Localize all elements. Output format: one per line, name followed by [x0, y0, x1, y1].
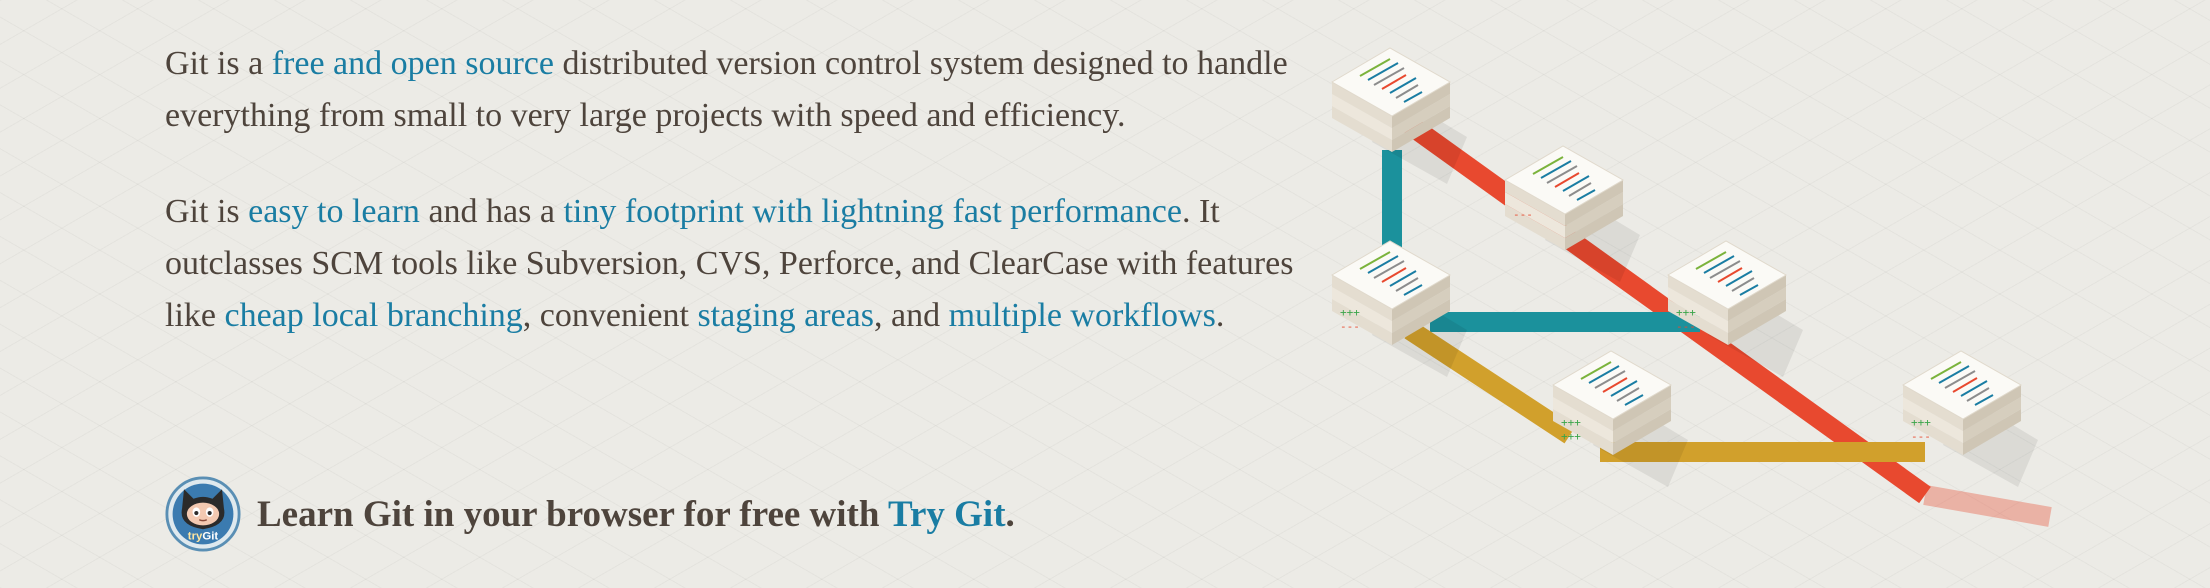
branching-diagram: +++ --- +++ --- +++ +++ +++ --- ---	[1331, 47, 2052, 527]
try-git-lead: Learn Git in your browser for free with	[257, 493, 889, 535]
try-git-callout: tryGit Learn Git in your browser for fre…	[165, 474, 1015, 554]
staging-areas-link[interactable]: staging areas	[697, 297, 874, 334]
try-git-end: .	[1005, 493, 1015, 535]
free-open-source-link[interactable]: free and open source	[272, 45, 554, 82]
intro-text: Git is a	[165, 45, 272, 82]
svg-text:+++: +++	[1561, 430, 1581, 443]
easy-to-learn-link[interactable]: easy to learn	[248, 193, 420, 230]
svg-text:---: ---	[1676, 320, 1696, 333]
badge-label: tryGit	[188, 531, 219, 543]
intro-text: .	[1215, 297, 1225, 334]
svg-text:---: ---	[1911, 430, 1931, 443]
intro-paragraph-2: Git is easy to learn and has a tiny foot…	[165, 186, 1295, 342]
multiple-workflows-link[interactable]: multiple workflows	[949, 297, 1216, 334]
svg-text:+++: +++	[1561, 416, 1581, 429]
intro-text: , and	[874, 297, 949, 334]
try-git-link[interactable]: Try Git	[888, 494, 1006, 535]
svg-text:---: ---	[1340, 320, 1360, 333]
svg-text:+++: +++	[1676, 306, 1696, 319]
intro-content: Git is a free and open source distribute…	[165, 38, 1295, 386]
cheap-local-branching-link[interactable]: cheap local branching	[224, 297, 522, 334]
svg-text:+++: +++	[1911, 416, 1931, 429]
tiny-footprint-link[interactable]: tiny footprint with lightning fast perfo…	[563, 193, 1181, 230]
intro-text: , convenient	[522, 297, 698, 334]
intro-text: Git is	[165, 193, 249, 230]
try-git-text: Learn Git in your browser for free with …	[257, 493, 1015, 536]
octocat-trygit-icon[interactable]: tryGit	[165, 476, 241, 552]
intro-text: and has a	[419, 193, 564, 230]
intro-paragraph-1: Git is a free and open source distribute…	[165, 38, 1295, 142]
svg-text:+++: +++	[1340, 306, 1360, 319]
main-branch-tail	[1923, 485, 2052, 527]
svg-text:---: ---	[1513, 208, 1533, 221]
